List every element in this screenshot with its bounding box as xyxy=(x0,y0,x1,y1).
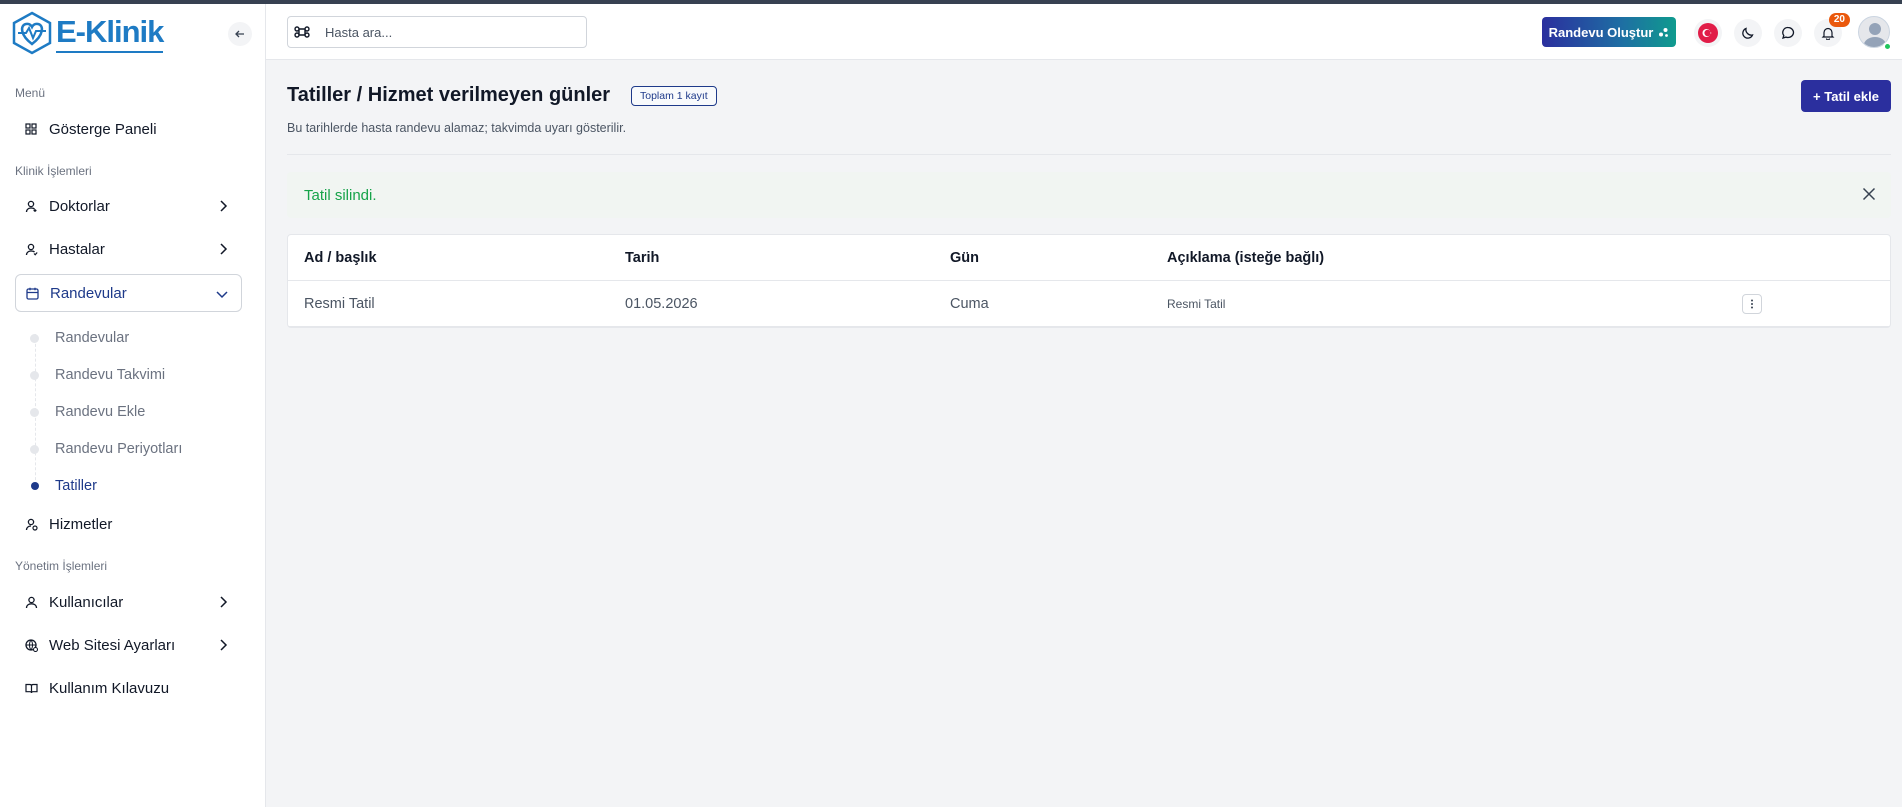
bullet-dot xyxy=(30,407,39,417)
submenu-item-add-appointment[interactable]: Randevu Ekle xyxy=(30,401,145,423)
heart-pulse-logo-icon xyxy=(12,11,52,55)
search-box[interactable] xyxy=(287,16,587,48)
cell-day: Cuma xyxy=(950,296,989,312)
submenu-item-label: Randevu Takvimi xyxy=(55,367,166,383)
theme-toggle-button[interactable] xyxy=(1734,19,1762,47)
divider xyxy=(287,154,1891,155)
sidebar-collapse-button[interactable] xyxy=(228,22,252,46)
sidebar-item-dashboard[interactable]: Gösterge Paneli xyxy=(15,110,242,148)
submenu-item-appointments[interactable]: Randevular xyxy=(30,327,129,349)
submenu-item-label: Tatiller xyxy=(55,478,97,494)
chevron-down-icon xyxy=(216,291,228,299)
create-appointment-label: Randevu Oluştur xyxy=(1548,24,1654,40)
column-header-date[interactable]: Tarih xyxy=(625,235,659,281)
bullet-dot xyxy=(31,482,39,490)
chevron-right-icon xyxy=(220,596,228,608)
submenu-item-label: Randevu Ekle xyxy=(55,404,146,420)
chevron-right-icon xyxy=(220,200,228,212)
sidebar-item-services[interactable]: Hizmetler xyxy=(15,505,242,543)
globe-settings-icon xyxy=(24,638,38,652)
cell-name: Resmi Tatil xyxy=(304,296,375,312)
sidebar-item-label: Gösterge Paneli xyxy=(49,120,157,138)
submenu-item-calendar[interactable]: Randevu Takvimi xyxy=(30,364,165,386)
more-vertical-icon xyxy=(1751,299,1753,309)
sidebar-item-user-guide[interactable]: Kullanım Kılavuzu xyxy=(15,669,242,707)
table-header-row: Ad / başlık Tarih Gün Açıklama (isteğe b… xyxy=(288,235,1890,281)
sidebar-item-label: Hastalar xyxy=(49,240,105,258)
sidebar-item-label: Kullanım Kılavuzu xyxy=(49,679,170,697)
user-doctor-icon xyxy=(24,199,38,213)
sparkle-icon xyxy=(1659,27,1669,37)
page-subtitle: Bu tarihlerde hasta randevu alamaz; takv… xyxy=(287,121,627,135)
submenu-item-holidays[interactable]: Tatiller xyxy=(30,475,97,497)
chevron-right-icon xyxy=(220,639,228,651)
dashboard-icon xyxy=(24,122,38,136)
submenu-item-periods[interactable]: Randevu Periyotları xyxy=(30,438,182,460)
sidebar: E-Klinik Menü Gösterge Paneli Klinik İşl… xyxy=(0,4,266,807)
section-label-menu: Menü xyxy=(15,86,46,100)
notification-count-badge: 20 xyxy=(1828,13,1850,27)
sidebar-item-label: Doktorlar xyxy=(49,197,110,215)
cell-date: 01.05.2026 xyxy=(625,296,698,312)
calendar-icon xyxy=(25,286,39,300)
messages-button[interactable] xyxy=(1774,19,1802,47)
book-icon xyxy=(24,681,38,695)
sidebar-item-patients[interactable]: Hastalar xyxy=(15,230,242,268)
row-actions-button[interactable] xyxy=(1742,294,1762,314)
arrow-left-icon xyxy=(235,30,244,38)
command-icon xyxy=(294,26,310,38)
chat-bubble-icon xyxy=(1782,26,1795,39)
search-input[interactable] xyxy=(325,24,565,40)
table-row: Resmi Tatil 01.05.2026 Cuma Resmi Tatil xyxy=(288,281,1890,327)
sidebar-item-label: Kullanıcılar xyxy=(49,593,124,611)
alert-message: Tatil silindi. xyxy=(304,186,377,204)
notifications-button[interactable]: 20 xyxy=(1814,13,1850,47)
bullet-dot xyxy=(30,444,39,454)
sidebar-item-users[interactable]: Kullanıcılar xyxy=(15,583,242,621)
section-label-admin: Yönetim İşlemleri xyxy=(15,559,108,573)
service-icon xyxy=(24,517,38,531)
online-status-dot xyxy=(1883,42,1892,51)
sidebar-item-label: Hizmetler xyxy=(49,515,113,533)
brand-logo[interactable]: E-Klinik xyxy=(10,8,164,58)
sidebar-item-label: Web Sitesi Ayarları xyxy=(49,636,176,654)
brand-name: E-Klinik xyxy=(56,13,164,53)
column-header-name[interactable]: Ad / başlık xyxy=(304,235,377,281)
bullet-dot xyxy=(30,370,39,380)
turkey-flag-icon xyxy=(1698,23,1718,43)
page-title: Tatiller / Hizmet verilmeyen günler xyxy=(287,84,611,106)
sidebar-item-doctors[interactable]: Doktorlar xyxy=(15,187,242,225)
section-label-clinic: Klinik İşlemleri xyxy=(15,164,92,178)
sidebar-item-appointments[interactable]: Randevular xyxy=(15,274,242,312)
sidebar-item-website-settings[interactable]: Web Sitesi Ayarları xyxy=(15,626,242,664)
success-alert: Tatil silindi. xyxy=(287,172,1891,218)
create-appointment-button[interactable]: Randevu Oluştur xyxy=(1542,17,1676,47)
moon-icon xyxy=(1742,27,1754,39)
add-holiday-button[interactable]: + Tatil ekle xyxy=(1801,80,1891,112)
submenu-item-label: Randevular xyxy=(55,330,130,346)
column-header-day[interactable]: Gün xyxy=(950,235,979,281)
sidebar-item-label: Randevular xyxy=(50,284,127,302)
column-header-description[interactable]: Açıklama (isteğe bağlı) xyxy=(1167,235,1324,281)
close-icon xyxy=(1862,187,1876,201)
chevron-right-icon xyxy=(220,243,228,255)
bullet-dot xyxy=(30,333,39,343)
top-header: Randevu Oluştur 20 xyxy=(266,4,1902,60)
submenu-item-label: Randevu Periyotları xyxy=(55,441,183,457)
cell-description: Resmi Tatil xyxy=(1167,297,1226,311)
language-button[interactable] xyxy=(1694,19,1722,47)
user-icon xyxy=(24,595,38,609)
bell-icon xyxy=(1821,27,1835,40)
alert-close-button[interactable] xyxy=(1859,184,1879,204)
record-count-badge: Toplam 1 kayıt xyxy=(631,86,717,106)
holidays-table: Ad / başlık Tarih Gün Açıklama (isteğe b… xyxy=(287,234,1891,328)
user-patient-icon xyxy=(24,242,38,256)
